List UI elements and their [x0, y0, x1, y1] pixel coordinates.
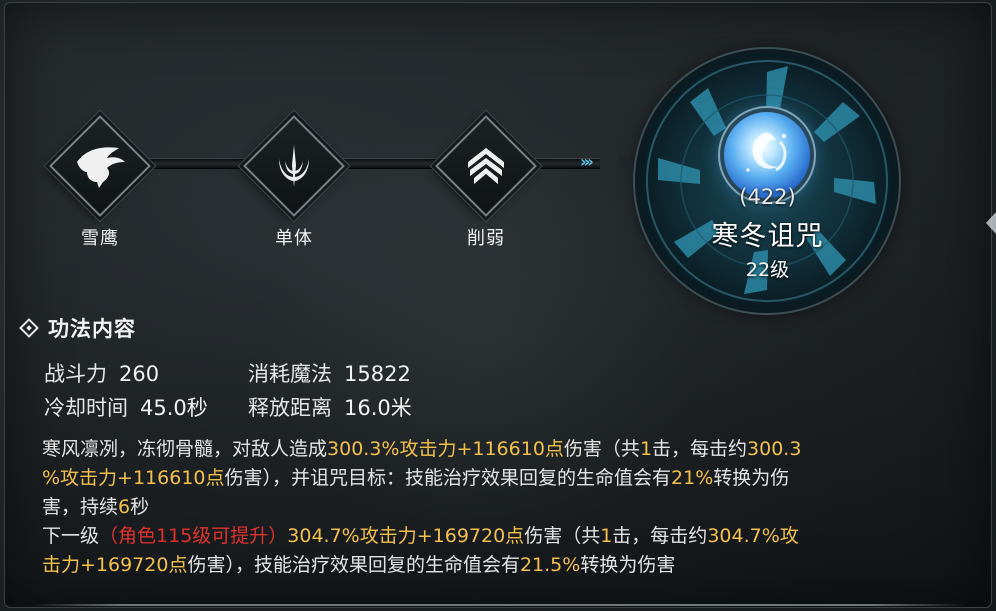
next-level-requirement: （角色115级可提升）: [99, 525, 288, 547]
desc-text: 伤害），技能治疗效果回复的生命值会有: [187, 554, 520, 576]
single-target-icon: [260, 132, 328, 200]
stat-mana: 消耗魔法 15822: [248, 358, 411, 388]
chain-node-eagle[interactable]: 雪鹰: [49, 115, 151, 250]
skill-level: 22级: [745, 259, 790, 281]
desc-text: 伤害（共: [563, 438, 640, 460]
section-title: 功法内容: [48, 317, 136, 341]
stat-power-label: 战斗力: [44, 362, 107, 386]
next-level-line-2: 击力+169720点伤害），技能治疗效果回复的生命值会有21.5%转换为伤害: [42, 551, 675, 580]
stat-cooldown: 冷却时间 45.0秒: [44, 392, 208, 422]
skill-name: 寒冬诅咒: [711, 221, 824, 252]
desc-text: 转换为伤: [713, 467, 790, 489]
desc-damage: 300.3%攻击力+116610点: [327, 438, 564, 460]
description-line-1: 寒风凛冽，冻彻骨髓，对敌人造成300.3%攻击力+116610点伤害（共1击，每…: [42, 435, 801, 464]
debuff-chevron-icon: [452, 132, 520, 200]
desc-per-hit: %攻击力+116610点: [42, 467, 225, 489]
next-per-hit: 击力+169720点: [42, 554, 188, 576]
stat-cooldown-value: 45.0秒: [140, 396, 208, 420]
chain-arrow-icon: ›››: [580, 149, 630, 175]
next-convert-rate: 21.5%: [519, 554, 581, 576]
stat-mana-label: 消耗魔法: [248, 362, 332, 386]
description-line-2: %攻击力+116610点伤害），并诅咒目标：技能治疗效果回复的生命值会有21%转…: [42, 464, 789, 493]
description-line-3: 害，持续6秒: [42, 493, 149, 522]
bottom-divider: [30, 604, 966, 606]
desc-text: 秒: [130, 496, 150, 518]
chain-node-debuff[interactable]: 削弱: [435, 115, 537, 250]
stat-range: 释放距离 16.0米: [248, 392, 412, 422]
next-level-label: 下一级: [42, 525, 100, 547]
stat-mana-value: 15822: [344, 362, 411, 386]
stat-power-value: 260: [119, 362, 160, 386]
node-label-debuff: 削弱: [467, 228, 505, 249]
desc-text: 伤害（共: [524, 525, 601, 547]
desc-text: 寒风凛冽，冻彻骨髓，对敌人造成: [42, 438, 328, 460]
desc-text: 伤害），并诅咒目标：技能治疗效果回复的生命值会有: [224, 467, 672, 489]
next-hits: 1: [600, 525, 613, 547]
next-level-line-1: 下一级（角色115级可提升）304.7%攻击力+169720点伤害（共1击，每击…: [42, 522, 799, 551]
desc-hits: 1: [639, 438, 653, 460]
desc-text: 击，每击约: [612, 525, 708, 547]
node-label-single: 单体: [275, 228, 313, 249]
section-header: 功法内容: [19, 313, 136, 343]
stat-cooldown-label: 冷却时间: [44, 396, 128, 420]
desc-text: 害，持续: [42, 496, 119, 518]
node-frame: [49, 115, 151, 217]
stat-range-label: 释放距离: [248, 396, 332, 420]
skill-count: (422): [739, 185, 796, 209]
desc-per-hit: 300.3: [747, 438, 802, 460]
node-frame: [435, 115, 537, 217]
next-per-hit: 304.7%攻: [707, 525, 799, 547]
desc-convert-rate: 21%: [671, 467, 714, 489]
desc-duration: 6: [118, 496, 131, 518]
diamond-bullet-icon: [19, 318, 39, 338]
desc-text: 击，每击约: [652, 438, 748, 460]
stat-power: 战斗力 260: [44, 358, 159, 388]
eagle-icon: [66, 132, 134, 200]
node-label-eagle: 雪鹰: [81, 228, 119, 249]
chain-node-single[interactable]: 单体: [243, 115, 345, 250]
next-damage: 304.7%攻击力+169720点: [287, 525, 525, 547]
desc-text: 转换为伤害: [580, 554, 676, 576]
stat-range-value: 16.0米: [344, 396, 412, 420]
node-frame: [243, 115, 345, 217]
